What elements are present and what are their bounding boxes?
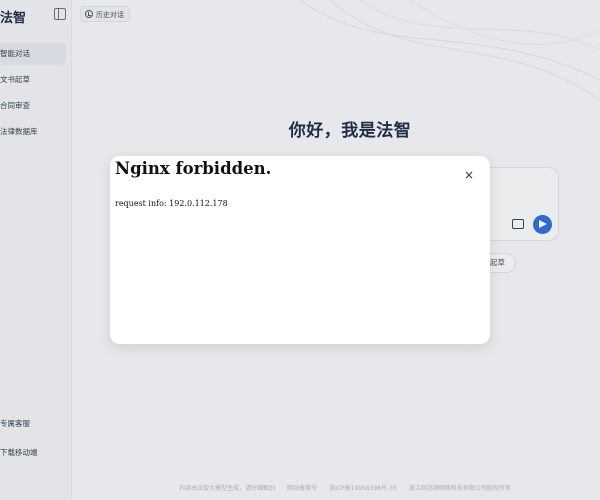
close-icon[interactable]: × bbox=[462, 168, 476, 182]
dialog-title: Nginx forbidden. bbox=[115, 159, 272, 178]
dialog-body-text: request info: 192.0.112.178 bbox=[115, 199, 228, 208]
error-dialog: Nginx forbidden. × request info: 192.0.1… bbox=[110, 156, 490, 344]
